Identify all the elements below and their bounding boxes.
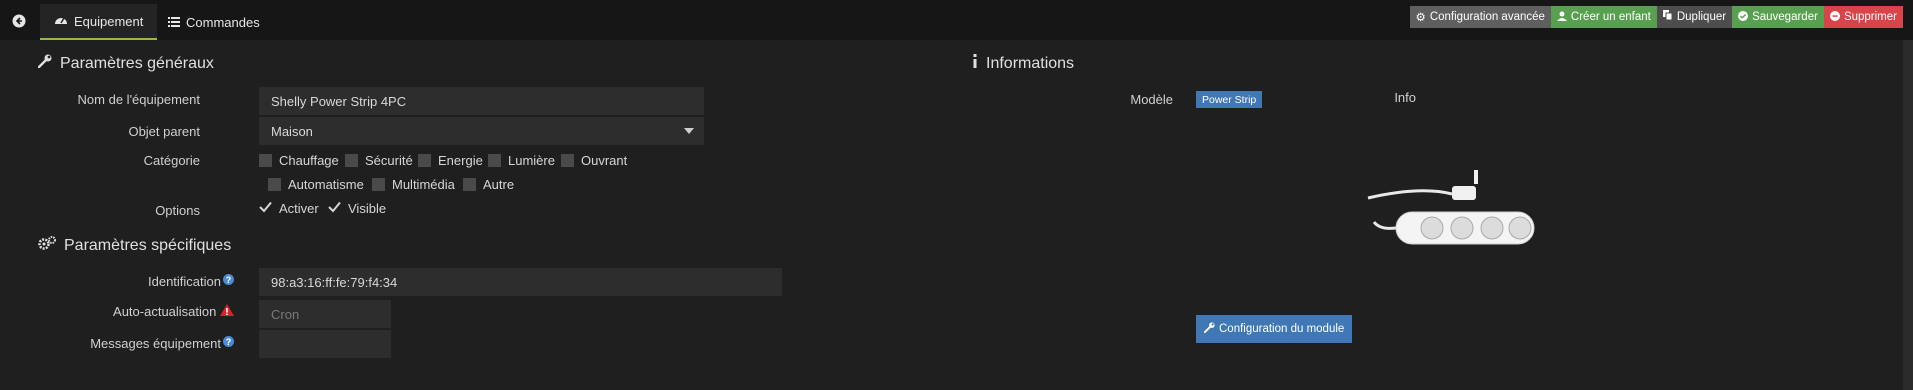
category-securite[interactable]: Sécurité — [345, 153, 413, 168]
label-parent: Objet parent — [128, 124, 200, 139]
messages-input[interactable] — [259, 330, 391, 358]
advanced-config-button[interactable]: ⚙ Configuration avancée — [1409, 6, 1551, 28]
create-child-button[interactable]: Créer un enfant — [1550, 6, 1657, 28]
option-activer[interactable]: Activer — [259, 201, 319, 216]
duplicate-button[interactable]: Dupliquer — [1656, 6, 1733, 28]
category-energie[interactable]: Energie — [418, 153, 483, 168]
save-button[interactable]: Sauvegarder — [1732, 6, 1824, 28]
label-messages: Messages équipement? — [90, 336, 234, 351]
check-icon[interactable] — [259, 201, 272, 216]
help-icon[interactable]: ? — [223, 274, 234, 285]
action-buttons: ⚙ Configuration avancée Créer un enfant … — [1409, 6, 1903, 28]
category-lumiere[interactable]: Lumière — [488, 153, 555, 168]
chevron-down-icon — [684, 128, 694, 134]
equipment-name-input[interactable]: Shelly Power Strip 4PC — [259, 87, 704, 115]
back-icon[interactable] — [8, 10, 30, 32]
label-auto-actualisation: Auto-actualisation — [113, 304, 234, 319]
checkbox[interactable] — [561, 154, 574, 167]
checkbox[interactable] — [463, 178, 476, 191]
parent-object-select[interactable]: Maison — [259, 117, 704, 145]
model-badge: Power Strip — [1196, 91, 1263, 108]
tab-commandes[interactable]: Commandes — [154, 4, 274, 40]
checkbox[interactable] — [345, 154, 358, 167]
cogs-icon — [38, 236, 56, 255]
label-info: Info — [1394, 90, 1416, 105]
checkbox[interactable] — [372, 178, 385, 191]
dashboard-icon — [54, 14, 68, 29]
tab-label: Equipement — [74, 13, 144, 29]
scrollbar[interactable] — [1903, 40, 1913, 390]
checkbox[interactable] — [259, 154, 272, 167]
section-general-title: Paramètres généraux — [37, 54, 214, 73]
tab-label: Commandes — [186, 14, 260, 30]
category-multimedia[interactable]: Multimédia — [372, 177, 455, 192]
check-circle-icon — [1738, 10, 1749, 24]
minus-circle-icon — [1829, 10, 1840, 24]
label-categorie: Catégorie — [143, 153, 200, 168]
category-ouvrant[interactable]: Ouvrant — [561, 153, 627, 168]
section-informations-title: Informations — [972, 54, 1074, 73]
section-specific-title: Paramètres spécifiques — [38, 236, 231, 255]
power-strip-image — [1360, 158, 1550, 248]
label-nom: Nom de l'équipement — [77, 92, 200, 107]
warning-icon — [220, 304, 234, 319]
cogs-icon: ⚙ — [1415, 12, 1426, 24]
wrench-icon — [37, 54, 52, 73]
module-config-button[interactable]: Configuration du module — [1196, 315, 1353, 343]
checkbox[interactable] — [488, 154, 501, 167]
delete-button[interactable]: Supprimer — [1823, 6, 1903, 28]
list-icon — [168, 15, 180, 30]
category-automatisme[interactable]: Automatisme — [268, 177, 364, 192]
option-visible[interactable]: Visible — [328, 201, 386, 216]
category-chauffage[interactable]: Chauffage — [259, 153, 339, 168]
checkbox[interactable] — [268, 178, 281, 191]
category-autre[interactable]: Autre — [463, 177, 514, 192]
label-modele: Modèle — [1130, 92, 1173, 107]
help-icon[interactable]: ? — [223, 336, 234, 347]
checkbox[interactable] — [418, 154, 431, 167]
top-bar: Equipement Commandes ⚙ Configuration ava… — [0, 0, 1913, 40]
wrench-icon — [1203, 322, 1215, 336]
info-icon — [972, 54, 978, 73]
tab-equipement[interactable]: Equipement — [40, 4, 158, 40]
auto-actualisation-input[interactable]: Cron — [259, 300, 391, 328]
identification-input[interactable]: 98:a3:16:ff:fe:79:f4:34 — [259, 268, 782, 296]
check-icon[interactable] — [328, 201, 341, 216]
user-icon — [1556, 11, 1567, 24]
label-identification: Identification? — [148, 274, 234, 289]
copy-icon — [1662, 10, 1673, 24]
label-options: Options — [155, 203, 200, 218]
